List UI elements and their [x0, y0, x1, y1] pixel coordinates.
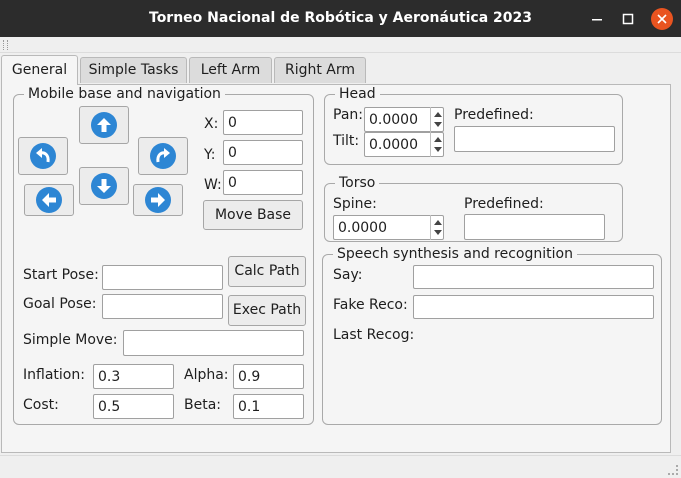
beta-input[interactable]: 0.1	[233, 394, 304, 419]
pan-spinbox[interactable]: 0.0000	[364, 107, 444, 132]
move-forward-button[interactable]	[79, 106, 129, 144]
simple-move-label: Simple Move:	[23, 332, 118, 348]
rotate-left-button[interactable]	[18, 137, 68, 175]
tab-right-arm[interactable]: Right Arm	[274, 57, 366, 83]
toolbar-grip[interactable]	[3, 40, 8, 50]
cost-input[interactable]: 0.5	[93, 394, 174, 419]
w-input[interactable]: 0	[223, 170, 303, 195]
mobile-base-group: Mobile base and navigation X: 0 Y: 0 W: …	[13, 85, 314, 425]
resize-grip-icon[interactable]	[668, 465, 678, 475]
x-label: X:	[204, 116, 219, 132]
title-bar: Torneo Nacional de Robótica y Aeronáutic…	[0, 0, 681, 37]
last-recog-label: Last Recog:	[333, 327, 415, 343]
speech-title: Speech synthesis and recognition	[333, 245, 577, 263]
torso-title: Torso	[335, 174, 380, 192]
increment-icon[interactable]	[434, 112, 442, 117]
fake-reco-label: Fake Reco:	[333, 297, 408, 313]
increment-icon[interactable]	[434, 137, 442, 142]
move-left-button[interactable]	[24, 184, 74, 216]
rotate-right-icon	[150, 143, 176, 169]
inflation-input[interactable]: 0.3	[93, 364, 174, 389]
spine-label: Spine:	[333, 196, 377, 212]
tilt-spinbox[interactable]: 0.0000	[364, 132, 444, 157]
spine-stepper[interactable]	[430, 215, 444, 240]
tilt-stepper[interactable]	[430, 132, 444, 157]
start-pose-label: Start Pose:	[23, 267, 99, 283]
goal-pose-label: Goal Pose:	[23, 296, 97, 312]
decrement-icon[interactable]	[434, 147, 442, 152]
close-icon[interactable]	[651, 8, 673, 30]
move-base-button[interactable]: Move Base	[203, 200, 303, 230]
tab-panel-general: Mobile base and navigation X: 0 Y: 0 W: …	[1, 84, 671, 453]
inflation-label: Inflation:	[23, 367, 85, 383]
exec-path-button[interactable]: Exec Path	[228, 295, 306, 326]
torso-predefined-input[interactable]	[464, 214, 605, 240]
status-bar	[0, 455, 681, 478]
say-input[interactable]	[413, 265, 654, 289]
mobile-base-title: Mobile base and navigation	[24, 85, 225, 103]
simple-move-input[interactable]	[123, 330, 304, 356]
alpha-label: Alpha:	[184, 367, 229, 383]
head-predefined-input[interactable]	[454, 126, 615, 152]
goal-pose-input[interactable]	[102, 294, 223, 319]
torso-group: Torso Spine: 0.0000 Predefined:	[324, 174, 623, 242]
arrow-right-icon	[145, 187, 171, 213]
window-title: Torneo Nacional de Robótica y Aeronáutic…	[149, 10, 532, 26]
toolbar-strip	[0, 37, 681, 53]
start-pose-input[interactable]	[102, 265, 223, 290]
x-input[interactable]: 0	[223, 110, 303, 135]
head-title: Head	[335, 85, 380, 103]
move-backward-button[interactable]	[79, 167, 129, 205]
head-group: Head Pan: 0.0000 Tilt: 0.0000 Predefined…	[324, 85, 623, 165]
pan-label: Pan:	[333, 107, 363, 123]
decrement-icon[interactable]	[434, 230, 442, 235]
tab-left-arm[interactable]: Left Arm	[189, 57, 272, 83]
arrow-up-icon	[91, 112, 117, 138]
calc-path-button[interactable]: Calc Path	[228, 256, 306, 287]
arrow-left-icon	[36, 187, 62, 213]
beta-label: Beta:	[184, 397, 222, 413]
cost-label: Cost:	[23, 397, 59, 413]
y-input[interactable]: 0	[223, 140, 303, 165]
head-predefined-label: Predefined:	[454, 107, 534, 123]
spine-input[interactable]: 0.0000	[333, 215, 444, 240]
tab-general[interactable]: General	[1, 55, 78, 85]
arrow-down-icon	[91, 173, 117, 199]
torso-predefined-label: Predefined:	[464, 196, 544, 212]
rotate-right-button[interactable]	[138, 137, 188, 175]
y-label: Y:	[204, 147, 216, 163]
decrement-icon[interactable]	[434, 122, 442, 127]
pan-stepper[interactable]	[430, 107, 444, 132]
minimize-icon[interactable]	[586, 8, 608, 30]
say-label: Say:	[333, 267, 363, 283]
fake-reco-input[interactable]	[413, 295, 654, 319]
alpha-input[interactable]: 0.9	[233, 364, 304, 389]
tab-simple-tasks[interactable]: Simple Tasks	[80, 57, 187, 83]
speech-group: Speech synthesis and recognition Say: Fa…	[322, 245, 662, 425]
w-label: W:	[204, 177, 222, 193]
rotate-left-icon	[30, 143, 56, 169]
tilt-label: Tilt:	[333, 133, 360, 149]
increment-icon[interactable]	[434, 220, 442, 225]
spine-spinbox[interactable]: 0.0000	[333, 215, 444, 240]
move-right-button[interactable]	[133, 184, 183, 216]
maximize-icon[interactable]	[617, 8, 639, 30]
